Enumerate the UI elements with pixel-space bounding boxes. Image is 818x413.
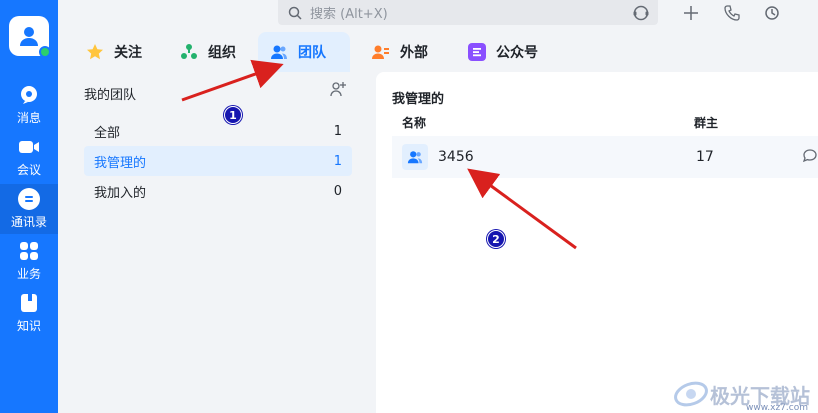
search-icon <box>288 6 302 20</box>
video-icon <box>18 136 40 158</box>
chat-bubble-icon[interactable] <box>802 148 818 168</box>
filter-label: 全部 <box>94 125 121 141</box>
filter-count: 1 <box>333 123 342 139</box>
official-account-icon <box>468 43 486 61</box>
contacts-icon <box>18 188 40 210</box>
rail-item-label: 业务 <box>16 267 41 281</box>
filter-label: 我加入的 <box>94 185 147 201</box>
watermark-logo-icon <box>674 381 708 407</box>
rail-item-messages[interactable]: 消息 <box>0 80 58 130</box>
filter-row-managed[interactable]: 我管理的 1 <box>84 146 352 176</box>
online-status-dot <box>39 46 51 58</box>
filter-count: 1 <box>333 153 342 169</box>
person-icon <box>20 27 38 46</box>
tab-external[interactable]: 外部 <box>360 32 440 72</box>
user-avatar[interactable] <box>9 16 51 58</box>
tab-label: 外部 <box>400 45 428 61</box>
rail-item-label: 消息 <box>16 111 41 125</box>
tab-label: 公众号 <box>496 45 538 61</box>
team-owner: 17 <box>696 149 714 165</box>
search-bar[interactable]: 搜索 (Alt+X) <box>278 0 658 25</box>
phone-icon[interactable] <box>722 3 742 23</box>
team-name: 3456 <box>438 149 474 165</box>
tab-official-accounts[interactable]: 公众号 <box>456 32 550 72</box>
add-team-icon[interactable] <box>330 81 346 101</box>
filter-row-all[interactable]: 全部 1 <box>84 116 352 146</box>
annotation-badge-2: 2 <box>487 230 505 248</box>
tab-label: 团队 <box>298 45 326 61</box>
annotation-badge-1: 1 <box>224 106 242 124</box>
team-filter-panel: 我的团队 全部 1 我管理的 1 我加入的 0 <box>76 72 358 413</box>
tab-label: 组织 <box>208 45 236 61</box>
team-list-panel: 我管理的 名称 群主 3456 17 <box>376 72 818 413</box>
history-icon[interactable] <box>762 3 782 23</box>
rail-item-label: 会议 <box>16 163 41 177</box>
rail-item-contacts[interactable]: 通讯录 <box>0 184 58 234</box>
team-avatar-icon <box>402 144 428 170</box>
panel-title: 我的团队 <box>84 88 137 103</box>
list-title: 我管理的 <box>392 92 445 107</box>
org-icon <box>180 43 198 61</box>
rail-item-meetings[interactable]: 会议 <box>0 132 58 182</box>
rail-item-knowledge[interactable]: 知识 <box>0 288 58 338</box>
team-row[interactable]: 3456 17 <box>392 136 818 178</box>
tab-team[interactable]: 团队 <box>258 32 350 72</box>
left-rail: 消息 会议 通讯录 业务 知识 <box>0 0 58 413</box>
rail-item-label: 通讯录 <box>10 215 47 229</box>
customer-service-icon[interactable] <box>632 4 650 22</box>
column-header-owner: 群主 <box>694 116 719 130</box>
book-icon <box>18 292 40 314</box>
rail-item-label: 知识 <box>16 319 41 333</box>
watermark-url: www.xz7.com <box>746 403 808 413</box>
tab-follow[interactable]: 关注 <box>74 32 154 72</box>
column-header-name: 名称 <box>402 116 427 130</box>
filter-label: 我管理的 <box>94 155 147 171</box>
filter-count: 0 <box>333 183 342 199</box>
search-placeholder: 搜索 (Alt+X) <box>310 7 388 22</box>
chat-icon <box>18 84 40 106</box>
tab-organization[interactable]: 组织 <box>168 32 248 72</box>
filter-row-joined[interactable]: 我加入的 0 <box>84 176 352 206</box>
apps-icon <box>18 240 40 262</box>
star-icon <box>86 43 104 61</box>
add-icon[interactable] <box>681 3 701 23</box>
team-icon <box>270 43 288 61</box>
external-contact-icon <box>372 43 390 61</box>
rail-item-business[interactable]: 业务 <box>0 236 58 286</box>
tab-label: 关注 <box>114 45 142 61</box>
